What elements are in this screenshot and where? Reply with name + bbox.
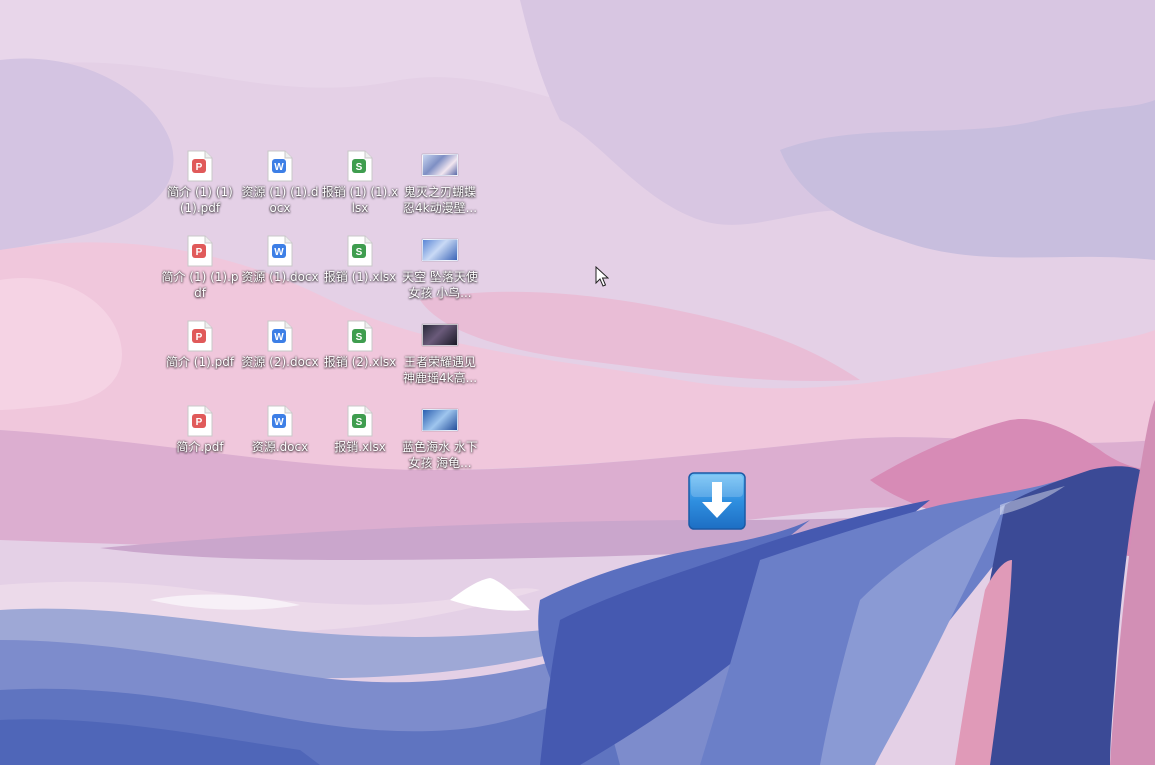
desktop-icon-label: 报销.xlsx [334, 440, 386, 454]
docx-file-icon: W [260, 318, 300, 352]
desktop-icon-label: 资源 (2).docx [241, 355, 319, 369]
svg-text:W: W [274, 332, 284, 343]
image-thumbnail [422, 154, 458, 176]
svg-text:P: P [196, 332, 203, 343]
image-thumbnail [422, 409, 458, 431]
desktop-icon-label: 资源 (1).docx [241, 270, 319, 284]
image-file-icon [420, 318, 460, 352]
pdf-file-icon: P [180, 318, 220, 352]
xlsx-file-icon: S [340, 318, 380, 352]
image-thumbnail [422, 239, 458, 261]
docx-file-icon: W [260, 403, 300, 437]
svg-text:S: S [356, 247, 363, 258]
desktop-icon-label: 简介 (1).pdf [165, 355, 235, 369]
xlsx-file-icon: S [340, 148, 380, 182]
desktop-icon-xlsx-baoxiao-1[interactable]: S 报销 (1).xlsx [321, 233, 399, 285]
desktop-icon-docx-ziyuan-2[interactable]: W 资源 (2).docx [241, 318, 319, 370]
docx-file-icon: W [260, 148, 300, 182]
desktop-icon-label: 简介.pdf [176, 440, 224, 454]
desktop-icon-pdf-jianjie[interactable]: P 简介.pdf [161, 403, 239, 455]
desktop-icon-label: 资源 (1) (1).docx [241, 185, 319, 215]
desktop-icon-pdf-jianjie-111[interactable]: P 简介 (1) (1) (1).pdf [161, 148, 239, 216]
svg-text:W: W [274, 247, 284, 258]
desktop-icon-docx-ziyuan-1[interactable]: W 资源 (1).docx [241, 233, 319, 285]
xlsx-file-icon: S [340, 403, 380, 437]
image-thumbnail [422, 324, 458, 346]
desktop-icon-xlsx-baoxiao-11[interactable]: S 报销 (1) (1).xlsx [321, 148, 399, 216]
desktop-icon-label: 鬼灭之刃蝴蝶忍4k动漫壁... [402, 185, 478, 215]
desktop-icon-docx-ziyuan-11[interactable]: W 资源 (1) (1).docx [241, 148, 319, 216]
desktop-icon-xlsx-baoxiao-2[interactable]: S 报销 (2).xlsx [321, 318, 399, 370]
desktop-icon-pdf-jianjie-1[interactable]: P 简介 (1).pdf [161, 318, 239, 370]
download-arrow-icon [688, 472, 746, 530]
image-file-icon [420, 403, 460, 437]
desktop-icon-pdf-jianjie-11[interactable]: P 简介 (1) (1).pdf [161, 233, 239, 301]
desktop-icon-image-lanse[interactable]: 蓝色海水 水下女孩 海龟... [401, 403, 479, 471]
svg-text:P: P [196, 417, 203, 428]
pdf-file-icon: P [180, 233, 220, 267]
desktop-icon-label: 天空 坠落天使 女孩 小鸟... [402, 270, 478, 300]
svg-text:P: P [196, 162, 203, 173]
desktop-icon-label: 报销 (1).xlsx [323, 270, 397, 284]
image-file-icon [420, 233, 460, 267]
xlsx-file-icon: S [340, 233, 380, 267]
docx-file-icon: W [260, 233, 300, 267]
desktop-icon-label: 王者荣耀遇见神鹿瑶4k高... [402, 355, 478, 385]
desktop-icon-xlsx-baoxiao[interactable]: S 报销.xlsx [321, 403, 399, 455]
desktop[interactable]: P 简介 (1) (1) (1).pdf W 资源 (1) (1).docx S 报销 (… [0, 0, 1155, 765]
desktop-icon-label: 简介 (1) (1) (1).pdf [167, 185, 233, 215]
svg-text:P: P [196, 247, 203, 258]
desktop-icon-docx-ziyuan[interactable]: W 资源.docx [241, 403, 319, 455]
desktop-icon-label: 报销 (1) (1).xlsx [321, 185, 399, 215]
download-app-icon[interactable] [688, 472, 746, 530]
svg-text:S: S [356, 332, 363, 343]
svg-text:S: S [356, 417, 363, 428]
svg-text:W: W [274, 417, 284, 428]
desktop-icon-label: 报销 (2).xlsx [323, 355, 397, 369]
desktop-icon-label: 蓝色海水 水下女孩 海龟... [402, 440, 478, 470]
svg-text:S: S [356, 162, 363, 173]
svg-text:W: W [274, 162, 284, 173]
mouse-pointer-icon [595, 266, 609, 287]
desktop-icon-image-guimie[interactable]: 鬼灭之刃蝴蝶忍4k动漫壁... [401, 148, 479, 216]
desktop-icon-image-tiankong[interactable]: 天空 坠落天使 女孩 小鸟... [401, 233, 479, 301]
pdf-file-icon: P [180, 148, 220, 182]
pdf-file-icon: P [180, 403, 220, 437]
desktop-icon-label: 简介 (1) (1).pdf [161, 270, 239, 300]
desktop-icon-label: 资源.docx [251, 440, 309, 454]
desktop-icon-image-wangzhe[interactable]: 王者荣耀遇见神鹿瑶4k高... [401, 318, 479, 386]
image-file-icon [420, 148, 460, 182]
wallpaper [0, 0, 1155, 765]
